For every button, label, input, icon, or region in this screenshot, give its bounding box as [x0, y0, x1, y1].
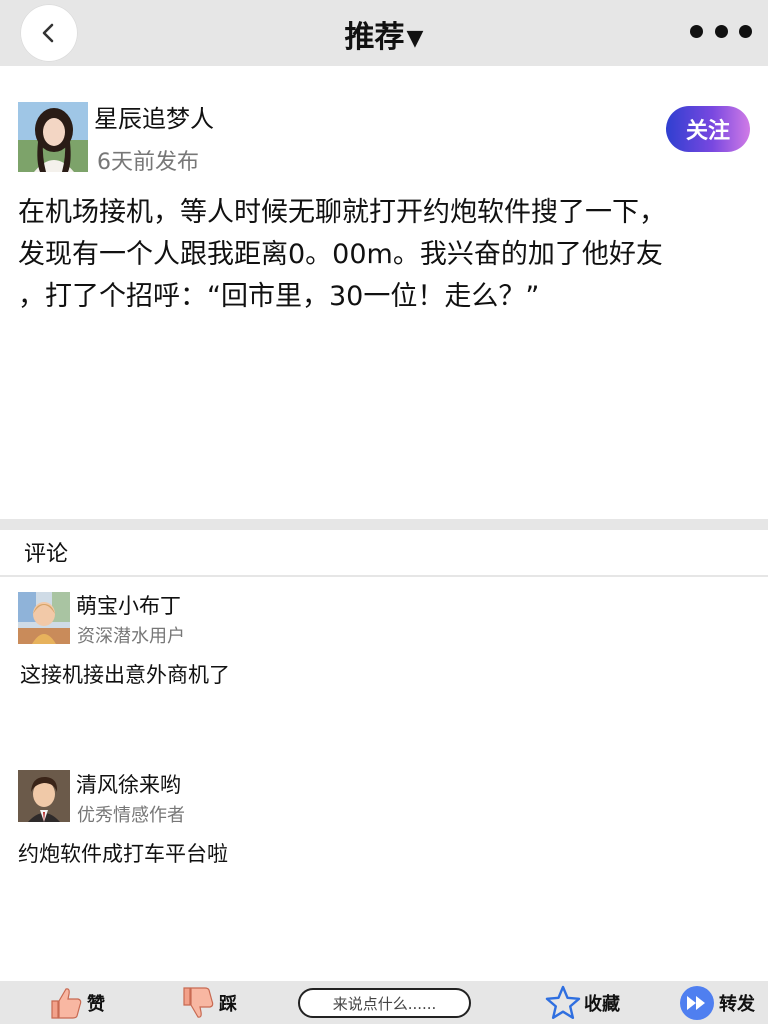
like-label: 赞: [87, 993, 105, 1015]
favorite-button[interactable]: 收藏: [545, 981, 620, 1024]
commenter-badge: 优秀情感作者: [77, 805, 185, 826]
more-dot-icon: [739, 24, 752, 38]
more-options-button[interactable]: [690, 22, 752, 40]
section-divider: [0, 519, 768, 530]
dislike-button[interactable]: 踩: [180, 981, 237, 1024]
commenter-name[interactable]: 清风徐来哟: [76, 769, 181, 799]
comment-text: 这接机接出意外商机了: [20, 663, 230, 687]
commenter-badge: 资深潜水用户: [77, 626, 185, 647]
bottom-action-bar: 赞 踩 来说点什么...... 收藏 转发: [0, 981, 768, 1024]
thumbs-up-icon: [51, 987, 82, 1019]
author-name[interactable]: 星辰追梦人: [94, 99, 214, 134]
more-dot-icon: [690, 24, 703, 38]
commenter-avatar[interactable]: [18, 592, 70, 644]
comments-heading: 评论: [24, 542, 69, 567]
thumbs-down-icon: [183, 986, 214, 1018]
fast-forward-icon: [680, 985, 714, 1020]
star-icon: [545, 985, 581, 1019]
comment-input[interactable]: 来说点什么......: [298, 988, 471, 1018]
share-button[interactable]: 转发: [678, 981, 755, 1024]
divider: [0, 575, 768, 577]
commenter-avatar[interactable]: [18, 770, 70, 822]
like-button[interactable]: 赞: [48, 981, 105, 1024]
share-label: 转发: [719, 993, 755, 1015]
favorite-label: 收藏: [584, 993, 620, 1015]
follow-button[interactable]: 关注: [666, 106, 750, 152]
post-line: 发现有一个人跟我距离0。00m。我兴奋的加了他好友: [18, 239, 663, 270]
dislike-label: 踩: [219, 993, 237, 1015]
feed-selector[interactable]: 推荐▼: [0, 12, 768, 56]
commenter-name[interactable]: 萌宝小布丁: [76, 590, 181, 620]
post-line: ，打了个招呼：“回市里，30一位！走么？”: [18, 281, 540, 312]
more-dot-icon: [714, 24, 728, 38]
post-timestamp: 6天前发布: [97, 150, 199, 175]
comment-text: 约炮软件成打车平台啦: [18, 842, 228, 866]
post-line: 在机场接机，等人时候无聊就打开约炮软件搜了一下，: [18, 197, 666, 228]
page-title: 推荐: [344, 20, 405, 55]
post-content: 在机场接机，等人时候无聊就打开约炮软件搜了一下， 发现有一个人跟我距离0。00m…: [18, 192, 748, 318]
author-avatar[interactable]: [18, 102, 88, 172]
caret-down-icon: ▼: [406, 26, 424, 51]
top-nav-bar: 推荐▼: [0, 0, 768, 66]
